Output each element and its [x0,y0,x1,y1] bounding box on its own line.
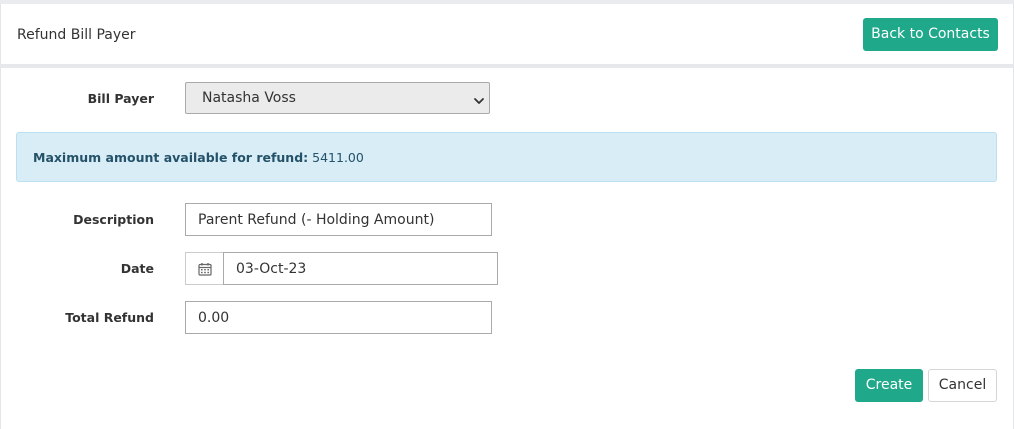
back-to-contacts-button[interactable]: Back to Contacts [863,18,998,51]
calendar-icon [198,263,212,276]
date-input[interactable] [223,252,498,285]
refund-limit-text: Maximum amount available for refund: 541… [33,150,364,165]
date-label: Date [120,261,154,276]
description-label: Description [73,212,154,227]
refund-limit-alert: Maximum amount available for refund: 541… [16,132,997,182]
page-header: Refund Bill Payer Back to Contacts [0,4,1014,64]
refund-limit-label: Maximum amount available for refund: [33,150,309,165]
date-picker-button[interactable] [185,252,223,285]
page-title: Refund Bill Payer [17,27,136,43]
create-button[interactable]: Create [855,369,923,402]
total-refund-input[interactable] [185,301,492,334]
refund-limit-value: 5411.00 [312,150,364,165]
cancel-button[interactable]: Cancel [928,369,997,402]
bill-payer-select[interactable]: Natasha Voss [185,82,490,114]
bill-payer-selected-value: Natasha Voss [202,90,296,106]
total-refund-label: Total Refund [65,310,154,325]
chevron-down-icon [473,92,485,104]
description-input[interactable] [185,203,492,236]
bill-payer-label: Bill Payer [87,91,154,106]
